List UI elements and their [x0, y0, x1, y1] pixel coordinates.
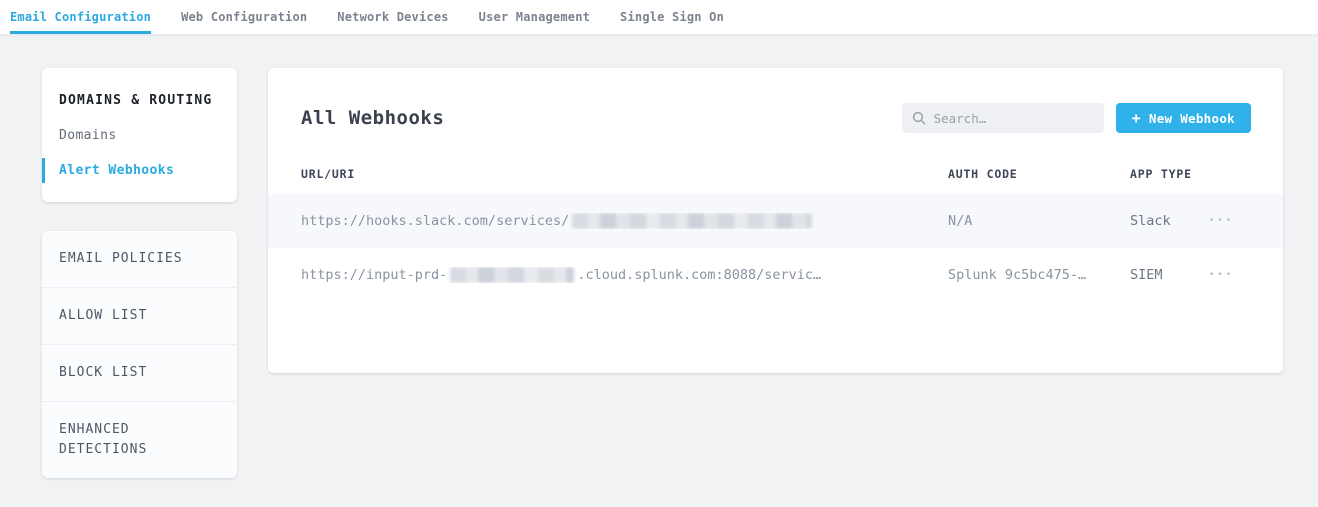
row-actions-ellipsis-button[interactable]: ••• — [1207, 212, 1236, 230]
auth-code: Splunk 9c5bc475-… — [948, 267, 1130, 283]
page-title: All Webhooks — [301, 107, 444, 129]
search-icon — [912, 111, 926, 125]
plus-icon: + — [1132, 111, 1141, 126]
top-navigation: Email Configuration Web Configuration Ne… — [0, 0, 1318, 35]
table-header-row: URL/URI AUTH CODE APP TYPE — [268, 167, 1283, 194]
sidebar-item-allow-list[interactable]: ALLOW LIST — [42, 287, 237, 344]
sidebar-item-email-policies[interactable]: EMAIL POLICIES — [42, 231, 237, 287]
new-webhook-button[interactable]: + New Webhook — [1116, 103, 1251, 133]
url-suffix: .cloud.splunk.com:8088/servic… — [577, 267, 821, 283]
row-actions-ellipsis-button[interactable]: ••• — [1207, 266, 1236, 284]
tab-email-configuration[interactable]: Email Configuration — [10, 0, 151, 34]
column-header-url: URL/URI — [301, 167, 948, 181]
redacted-url-segment — [450, 267, 574, 283]
app-type: SIEM — [1130, 267, 1207, 283]
sidebar: DOMAINS & ROUTING Domains Alert Webhooks… — [42, 68, 237, 478]
panel-header: All Webhooks + New Webhook — [268, 68, 1283, 133]
webhook-url: https://hooks.slack.com/services/ — [301, 213, 948, 229]
policy-sections-card: EMAIL POLICIES ALLOW LIST BLOCK LIST ENH… — [42, 231, 237, 478]
redacted-url-segment — [572, 213, 812, 229]
new-webhook-button-label: New Webhook — [1149, 111, 1235, 126]
domains-routing-heading: DOMAINS & ROUTING — [42, 93, 237, 108]
tab-single-sign-on[interactable]: Single Sign On — [620, 0, 724, 34]
table-row: https://input-prd- .cloud.splunk.com:808… — [268, 248, 1283, 302]
app-type: Slack — [1130, 213, 1207, 229]
column-header-auth-code: AUTH CODE — [948, 167, 1130, 181]
table-body: https://hooks.slack.com/services/ N/A Sl… — [268, 194, 1283, 302]
tab-network-devices[interactable]: Network Devices — [337, 0, 448, 34]
tab-web-configuration[interactable]: Web Configuration — [181, 0, 307, 34]
tab-user-management[interactable]: User Management — [479, 0, 590, 34]
sidebar-item-block-list[interactable]: BLOCK LIST — [42, 344, 237, 401]
search-box[interactable] — [902, 103, 1104, 133]
domains-routing-card: DOMAINS & ROUTING Domains Alert Webhooks — [42, 68, 237, 202]
search-input[interactable] — [934, 111, 1094, 126]
url-prefix: https://hooks.slack.com/services/ — [301, 213, 569, 229]
url-prefix: https://input-prd- — [301, 267, 447, 283]
webhooks-panel: All Webhooks + New Webhook URL/URI AUTH … — [268, 68, 1283, 373]
webhook-url: https://input-prd- .cloud.splunk.com:808… — [301, 267, 948, 283]
sidebar-item-domains[interactable]: Domains — [42, 128, 237, 143]
table-row: https://hooks.slack.com/services/ N/A Sl… — [268, 194, 1283, 248]
page-content: DOMAINS & ROUTING Domains Alert Webhooks… — [0, 35, 1318, 478]
column-header-app-type: APP TYPE — [1130, 167, 1207, 181]
webhooks-table: URL/URI AUTH CODE APP TYPE https://hooks… — [268, 167, 1283, 302]
sidebar-item-enhanced-detections[interactable]: ENHANCED DETECTIONS — [42, 401, 237, 478]
sidebar-item-alert-webhooks[interactable]: Alert Webhooks — [42, 163, 237, 178]
auth-code: N/A — [948, 213, 1130, 229]
